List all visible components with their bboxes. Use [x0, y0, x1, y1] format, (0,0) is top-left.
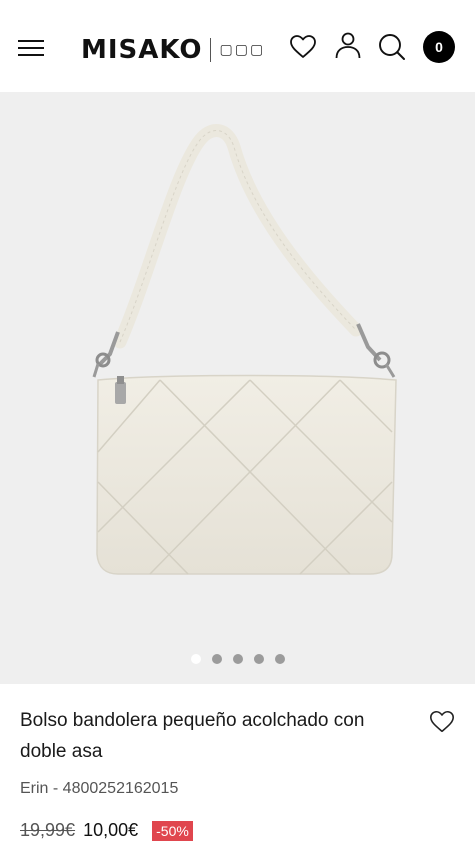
price-block: 19,99€ 10,00€ -50% — [20, 820, 193, 841]
original-price: 19,99€ — [20, 820, 76, 840]
heart-icon[interactable] — [428, 708, 456, 736]
site-header: MISAKO ▢▢▢ 0 — [0, 0, 475, 92]
brand-logo[interactable]: MISAKO ▢▢▢ — [81, 33, 265, 67]
gallery-dot-4[interactable] — [253, 654, 264, 664]
user-icon[interactable] — [333, 30, 363, 60]
product-sku: Erin - 4800252162015 — [20, 780, 179, 797]
gallery-dot-5[interactable] — [274, 654, 285, 664]
gallery-dot-3[interactable] — [232, 654, 243, 664]
logo-subtext: ▢▢▢ — [219, 42, 266, 58]
gallery-pagination — [0, 654, 475, 666]
discount-badge: -50% — [152, 820, 193, 841]
gallery-dot-2[interactable] — [211, 654, 222, 664]
product-image — [92, 124, 397, 575]
product-title: Bolso bandolera pequeño acolchado con do… — [20, 710, 365, 762]
logo-divider — [210, 38, 212, 62]
heart-icon[interactable] — [288, 32, 318, 62]
search-icon[interactable] — [377, 32, 407, 62]
sale-price: 10,00€ — [83, 820, 139, 840]
logo-text: MISAKO — [81, 35, 203, 65]
cart-count-badge[interactable]: 0 — [423, 31, 455, 63]
gallery-dot-1[interactable] — [190, 654, 201, 664]
product-image-gallery[interactable] — [0, 92, 475, 684]
menu-icon[interactable] — [18, 38, 44, 58]
